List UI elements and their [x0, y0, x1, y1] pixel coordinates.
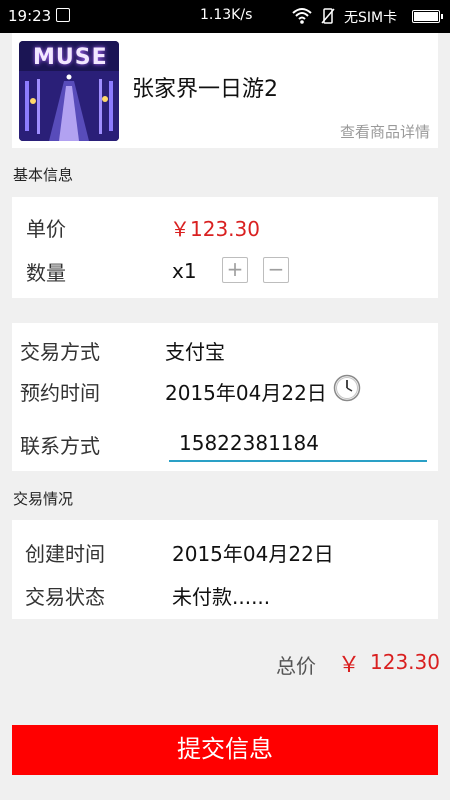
thumbnail-logo-text: MUSE	[33, 45, 108, 70]
total-value: 123.30	[370, 650, 440, 674]
network-speed: 1.13K/s	[200, 7, 253, 23]
total-label: 总价	[276, 654, 316, 678]
product-name: 张家界一日游2	[132, 77, 278, 102]
wifi-icon	[292, 8, 312, 24]
battery-icon	[412, 10, 443, 23]
quantity-increase-button[interactable]: +	[222, 257, 248, 283]
status-time: 19:23	[8, 7, 52, 25]
contact-label: 联系方式	[20, 434, 100, 458]
clock-icon[interactable]	[333, 374, 361, 402]
payment-panel: 交易方式 支付宝 预约时间 2015年04月22日 联系方式	[12, 323, 438, 471]
carrier-label: 无SIM卡	[344, 10, 398, 26]
quantity-decrease-button[interactable]: −	[263, 257, 289, 283]
basic-info-section-label: 基本信息	[13, 166, 74, 184]
created-time-value: 2015年04月22日	[172, 542, 334, 566]
price-label: 单价	[26, 217, 66, 241]
product-card[interactable]: MUSE 张家界一日游2 查看商品详情	[12, 33, 438, 148]
submit-button[interactable]: 提交信息	[12, 725, 438, 775]
trade-status-label: 交易状态	[25, 585, 105, 609]
notification-app-icon	[56, 8, 70, 22]
vibrate-off-icon	[321, 8, 335, 24]
appointment-time-label: 预约时间	[20, 381, 100, 405]
total-currency: ￥	[338, 653, 361, 678]
trade-status-panel: 创建时间 2015年04月22日 交易状态 未付款......	[12, 520, 438, 619]
quantity-label: 数量	[26, 261, 66, 285]
trade-status-section-label: 交易情况	[13, 490, 74, 508]
basic-info-panel: 单价 ￥123.30 数量 x1 + −	[12, 197, 438, 298]
status-bar: 19:23 1.13K/s 无SIM卡	[0, 0, 450, 33]
appointment-time-value[interactable]: 2015年04月22日	[165, 377, 327, 406]
contact-phone-input[interactable]	[169, 426, 427, 462]
product-thumbnail: MUSE	[19, 41, 119, 141]
battery-level	[414, 12, 438, 21]
view-details-link[interactable]: 查看商品详情	[340, 121, 430, 142]
price-value: ￥123.30	[170, 217, 260, 241]
payment-method-value[interactable]: 支付宝	[165, 336, 225, 365]
payment-method-label: 交易方式	[20, 340, 100, 364]
trade-status-value: 未付款......	[172, 585, 271, 609]
quantity-value: x1	[172, 259, 197, 283]
created-time-label: 创建时间	[25, 542, 105, 566]
